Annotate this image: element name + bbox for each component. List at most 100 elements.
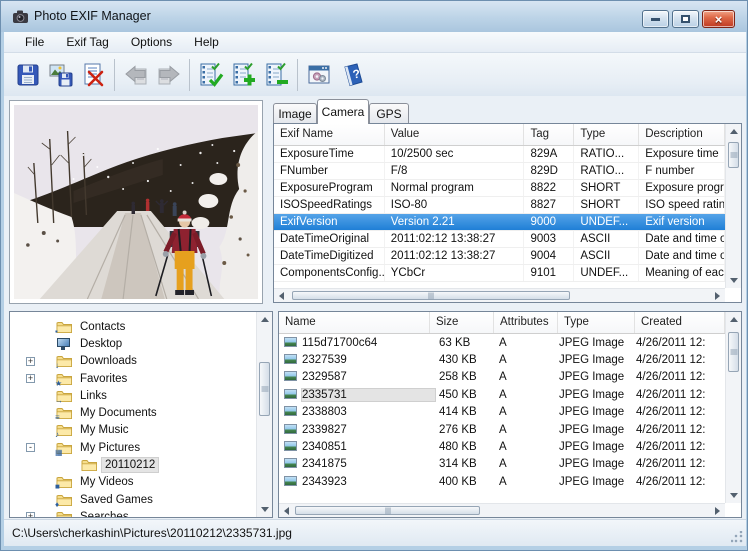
exif-table-row[interactable]: ISOSpeedRatings ISO-80 8827 SHORT ISO sp…	[274, 197, 725, 214]
save-button[interactable]	[11, 57, 44, 93]
exif-table-row[interactable]: DateTimeDigitized 2011:02:12 13:38:27 90…	[274, 248, 725, 265]
file-row[interactable]: 2327539 430 KB A JPEG Image 4/26/2011 12…	[279, 351, 725, 368]
help-button[interactable]: ?	[335, 57, 368, 93]
remove-exif-tag-button[interactable]	[260, 57, 293, 93]
expander-icon[interactable]: -	[26, 443, 35, 452]
tab-image[interactable]: Image	[273, 103, 317, 124]
scrollbar-thumb[interactable]	[292, 291, 570, 300]
file-row[interactable]: 2339827 276 KB A JPEG Image 4/26/2011 12…	[279, 421, 725, 438]
file-list-header: Name Size Attributes Type Created	[279, 312, 725, 334]
tree-item[interactable]: ▪ Contacts	[10, 318, 256, 335]
file-type-cell: JPEG Image	[559, 389, 636, 401]
folder-overlay-glyph: ▦	[55, 448, 63, 457]
exif-type-cell: SHORT	[574, 197, 639, 213]
scrollbar-thumb[interactable]	[295, 506, 480, 515]
tree-item[interactable]: + ★ Favorites	[10, 370, 256, 387]
scroll-up-icon[interactable]	[730, 129, 738, 134]
redo-button[interactable]	[152, 57, 185, 93]
column-header[interactable]: Type	[574, 124, 639, 145]
expander-icon[interactable]: +	[26, 512, 35, 517]
exif-table-row[interactable]: FNumber F/8 829D RATIO... F number	[274, 163, 725, 180]
expander-icon[interactable]: +	[26, 357, 35, 366]
maximize-button[interactable]	[672, 10, 699, 28]
tree-item[interactable]: + ? Searches	[10, 508, 256, 517]
file-horizontal-scrollbar[interactable]	[279, 503, 725, 517]
delete-exif-icon	[81, 62, 107, 88]
column-header[interactable]: Size	[430, 312, 494, 333]
scrollbar-thumb[interactable]	[259, 362, 270, 416]
tree-item[interactable]: - ▦ My Pictures	[10, 439, 256, 456]
menu-file[interactable]: File	[14, 32, 55, 52]
scroll-left-icon[interactable]	[279, 292, 284, 300]
tree-vertical-scrollbar[interactable]	[256, 312, 272, 517]
options-button[interactable]	[302, 57, 335, 93]
exif-table-row[interactable]: ComponentsConfig... YCbCr 9101 UNDEF... …	[274, 265, 725, 282]
minimize-button[interactable]	[642, 10, 669, 28]
file-row[interactable]: 2338803 414 KB A JPEG Image 4/26/2011 12…	[279, 404, 725, 421]
scroll-left-icon[interactable]	[284, 507, 289, 515]
scroll-down-icon[interactable]	[261, 507, 269, 512]
exif-table-row[interactable]: DateTimeOriginal 2011:02:12 13:38:27 900…	[274, 231, 725, 248]
exif-table-row[interactable]: ExposureProgram Normal program 8822 SHOR…	[274, 180, 725, 197]
column-header[interactable]: Type	[558, 312, 635, 333]
scroll-down-icon[interactable]	[730, 493, 738, 498]
column-header[interactable]: Description	[639, 124, 725, 145]
scroll-right-icon[interactable]	[715, 292, 720, 300]
menu-help[interactable]: Help	[183, 32, 230, 52]
column-header[interactable]: Value	[385, 124, 525, 145]
column-header[interactable]: Name	[279, 312, 430, 333]
apply-exif-button[interactable]	[194, 57, 227, 93]
menu-options[interactable]: Options	[120, 32, 183, 52]
scrollbar-thumb[interactable]	[728, 332, 739, 372]
scroll-up-icon[interactable]	[261, 317, 269, 322]
file-row[interactable]: 2341875 314 KB A JPEG Image 4/26/2011 12…	[279, 456, 725, 473]
file-name-cell: 2335731	[302, 389, 435, 401]
save-image-button[interactable]	[44, 57, 77, 93]
tab-camera[interactable]: Camera	[317, 99, 369, 124]
tree-item[interactable]: ♦ Saved Games	[10, 491, 256, 508]
tree-item-label: 20110212	[102, 458, 158, 472]
file-vertical-scrollbar[interactable]	[725, 312, 741, 503]
exif-table-row[interactable]: ExifVersion Version 2.21 9000 UNDEF... E…	[274, 214, 725, 231]
scroll-up-icon[interactable]	[730, 317, 738, 322]
tree-item[interactable]: ■ My Videos	[10, 474, 256, 491]
menu-exif-tag[interactable]: Exif Tag	[55, 32, 119, 52]
file-row[interactable]: 2335731 450 KB A JPEG Image 4/26/2011 12…	[279, 386, 725, 403]
tree-item-label: My Documents	[77, 406, 160, 420]
file-row[interactable]: 115d71700c64 63 KB A JPEG Image 4/26/201…	[279, 334, 725, 351]
tree-item[interactable]: 20110212	[10, 456, 256, 473]
tree-item[interactable]: → Links	[10, 387, 256, 404]
file-row[interactable]: 2329587 258 KB A JPEG Image 4/26/2011 12…	[279, 369, 725, 386]
file-type-cell: JPEG Image	[559, 441, 636, 453]
exif-horizontal-scrollbar[interactable]	[274, 288, 725, 302]
exif-table-row[interactable]: ExposureTime 10/2500 sec 829A RATIO... E…	[274, 146, 725, 163]
tree-item-label: Downloads	[77, 354, 140, 368]
resize-grip[interactable]	[731, 531, 743, 543]
exif-vertical-scrollbar[interactable]	[725, 124, 741, 288]
image-file-icon	[284, 438, 302, 456]
tree-item-label: My Music	[77, 423, 132, 437]
column-header[interactable]: Attributes	[494, 312, 558, 333]
tree-item[interactable]: ♪ My Music	[10, 422, 256, 439]
exif-value-cell: Version 2.21	[385, 214, 525, 230]
exif-tag-cell: 829A	[524, 146, 574, 162]
file-row[interactable]: 2343923 400 KB A JPEG Image 4/26/2011 12…	[279, 473, 725, 490]
delete-exif-button[interactable]	[77, 57, 110, 93]
add-exif-tag-button[interactable]	[227, 57, 260, 93]
tab-gps[interactable]: GPS	[369, 103, 409, 124]
undo-button[interactable]	[119, 57, 152, 93]
title-bar[interactable]: Photo EXIF Manager ×	[1, 1, 748, 32]
file-row[interactable]: 2340851 480 KB A JPEG Image 4/26/2011 12…	[279, 438, 725, 455]
close-button[interactable]: ×	[702, 10, 735, 28]
tree-item[interactable]: Desktop	[10, 335, 256, 352]
expander-icon[interactable]: +	[26, 374, 35, 383]
column-header[interactable]: Exif Name	[274, 124, 385, 145]
column-header[interactable]: Created	[635, 312, 725, 333]
scrollbar-thumb[interactable]	[728, 142, 739, 168]
scroll-right-icon[interactable]	[715, 507, 720, 515]
tree-item[interactable]: + ↓ Downloads	[10, 353, 256, 370]
exif-value-cell: 2011:02:12 13:38:27	[385, 248, 525, 264]
scroll-down-icon[interactable]	[730, 278, 738, 283]
column-header[interactable]: Tag	[524, 124, 574, 145]
tree-item[interactable]: ≡ My Documents	[10, 404, 256, 421]
